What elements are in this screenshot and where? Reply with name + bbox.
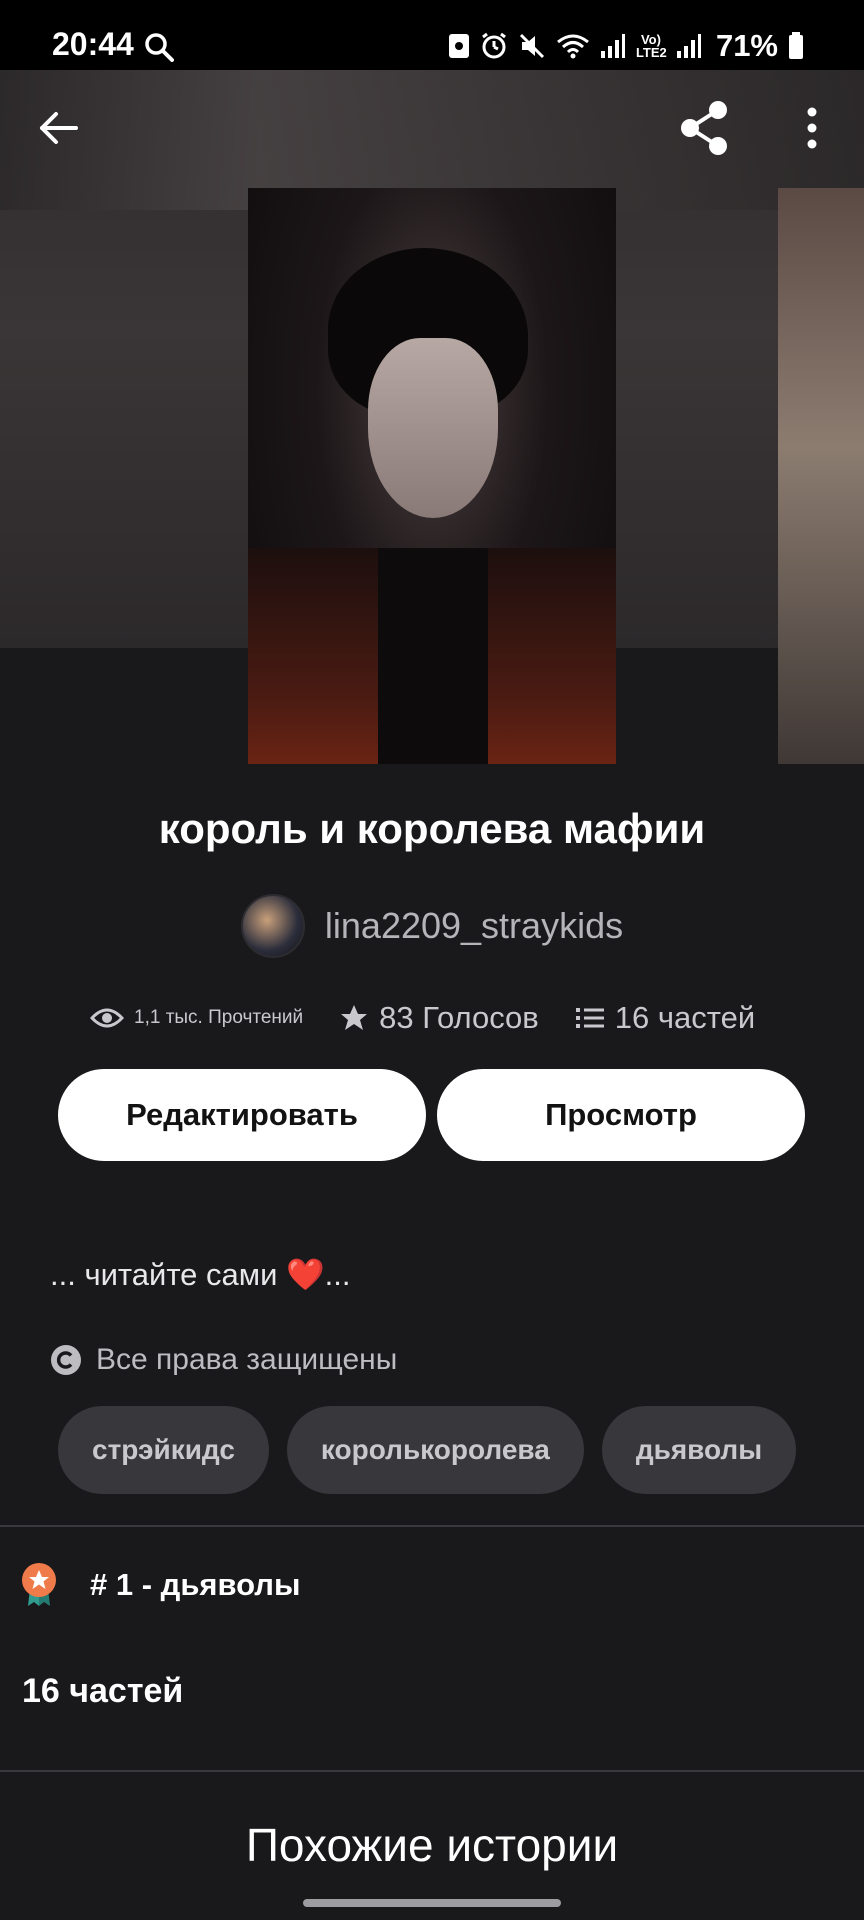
- signal-icon: [600, 34, 625, 58]
- story-description: ... читайте сами ❤️...: [50, 1257, 351, 1292]
- wifi-icon: [557, 34, 589, 59]
- search-icon: [145, 33, 174, 62]
- alarm-icon: [482, 32, 506, 59]
- signal-icon-2: [676, 34, 701, 58]
- votes-label: 83 Голосов: [379, 1000, 539, 1035]
- battery-percent: 71%: [715, 28, 778, 63]
- story-title: король и королева мафии: [158, 805, 706, 852]
- next-story-cover[interactable]: [778, 188, 864, 764]
- ranking-badge-icon: [22, 1563, 56, 1606]
- status-bar: 20:44 Vo) LTE2 71%: [0, 0, 864, 70]
- battery-icon: [789, 32, 803, 59]
- more-vertical-icon[interactable]: [796, 104, 828, 152]
- network-label: Vo) LTE2: [635, 32, 667, 60]
- story-cover[interactable]: [248, 188, 616, 764]
- reads-stat: 1,1 тыс. Прочтений: [90, 1006, 303, 1030]
- mute-icon: [519, 33, 545, 59]
- copyright-icon: [51, 1345, 81, 1375]
- cover-shirt-shape: [378, 548, 488, 764]
- status-icons: Vo) LTE2 71%: [448, 28, 804, 64]
- share-icon[interactable]: [676, 98, 732, 158]
- tag-list: стрэйкидс королькоролева дьяволы: [58, 1406, 797, 1494]
- tag-chip[interactable]: дьяволы: [601, 1406, 797, 1494]
- home-indicator[interactable]: [303, 1899, 561, 1907]
- tag-chip[interactable]: стрэйкидс: [58, 1406, 269, 1494]
- author-row[interactable]: lina2209_straykids: [0, 893, 864, 959]
- divider: [0, 1525, 864, 1527]
- author-avatar[interactable]: [240, 894, 305, 958]
- eye-icon: [90, 1008, 124, 1028]
- cover-face-shape: [368, 338, 498, 518]
- story-stats: 1,1 тыс. Прочтений 83 Голосов 16 частей: [90, 996, 790, 1040]
- star-icon: [341, 1005, 368, 1030]
- lock-icon: [448, 34, 469, 58]
- parts-stat: 16 частей: [575, 1000, 755, 1036]
- copyright-label: Все права защищены: [96, 1343, 398, 1376]
- parts-label: 16 частей: [614, 1000, 756, 1035]
- ranking-row[interactable]: # 1 - дьяволы: [20, 1562, 300, 1608]
- view-button[interactable]: Просмотр: [437, 1069, 805, 1161]
- divider: [0, 1770, 864, 1772]
- list-icon: [575, 1008, 604, 1028]
- ranking-label[interactable]: # 1 - дьяволы: [90, 1567, 300, 1603]
- arrow-left-icon[interactable]: [36, 104, 84, 152]
- tag-chip[interactable]: королькоролева: [286, 1406, 584, 1494]
- edit-button[interactable]: Редактировать: [58, 1069, 426, 1161]
- parts-count[interactable]: 16 частей: [22, 1672, 183, 1711]
- reads-label: 1,1 тыс. Прочтений: [134, 1007, 304, 1028]
- copyright-row: Все права защищены: [50, 1343, 397, 1377]
- status-time: 20:44: [52, 26, 134, 62]
- author-name[interactable]: lina2209_straykids: [325, 905, 623, 947]
- similar-stories-heading: Похожие истории: [245, 1819, 619, 1871]
- votes-stat: 83 Голосов: [339, 1000, 539, 1036]
